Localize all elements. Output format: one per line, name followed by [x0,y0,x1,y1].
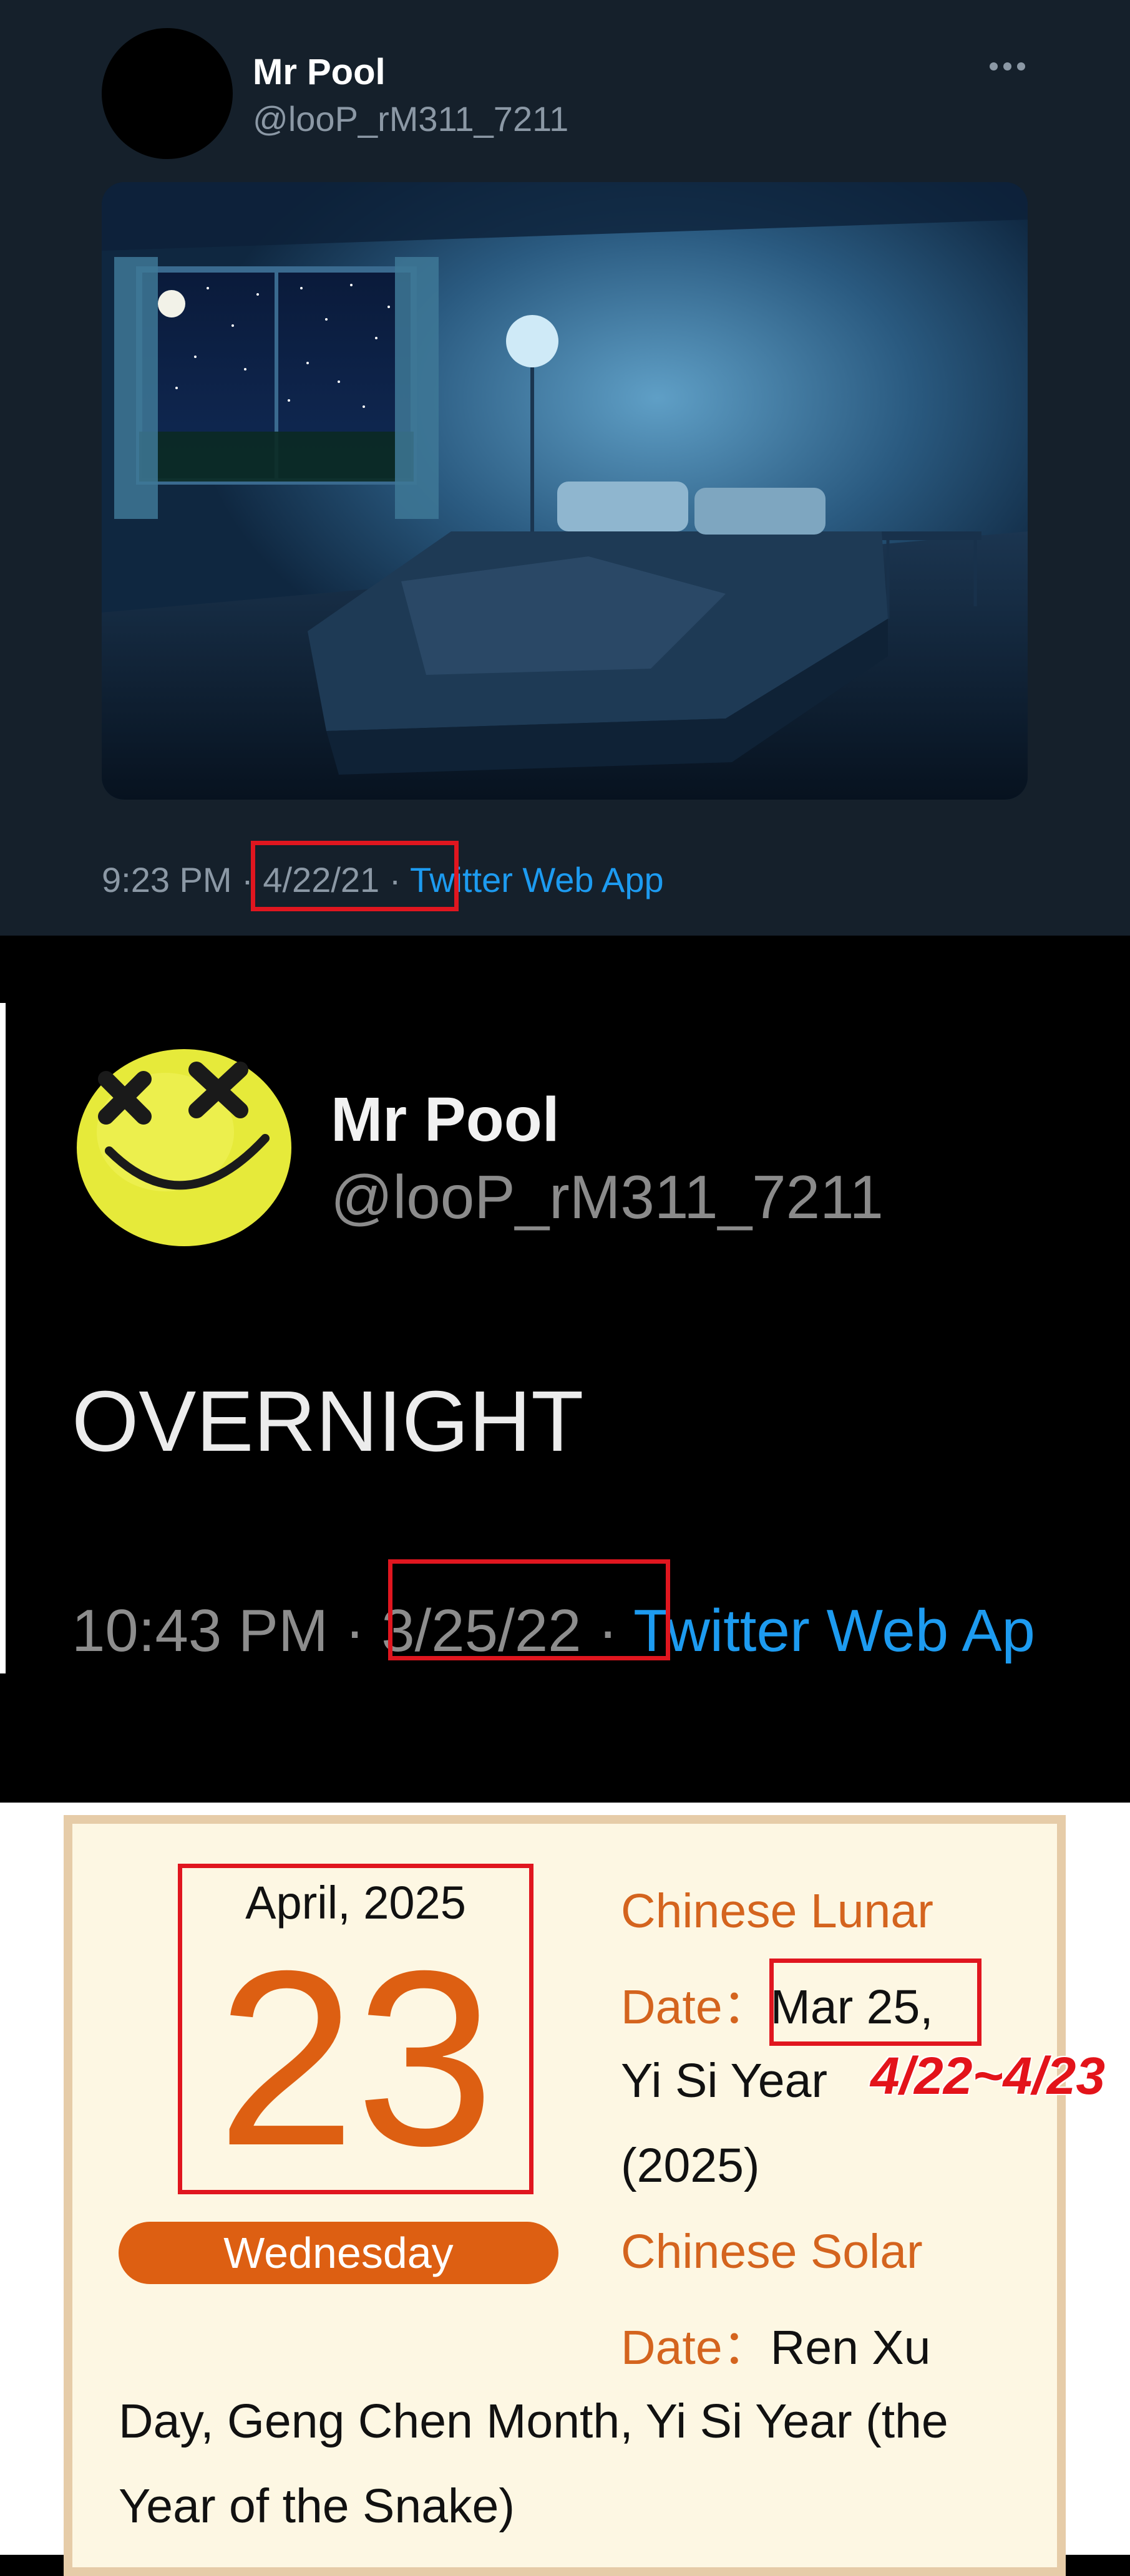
tweet-media-image[interactable] [102,182,1028,800]
bedroom-night-illustration [102,182,1028,800]
avatar[interactable] [102,28,233,159]
user-handle[interactable]: @looP_rM311_7211 [331,1162,884,1232]
solar-description-line: Day, Geng Chen Month, Yi Si Year (the [119,2394,948,2448]
annotation-overlay: 4/22~4/23 [870,2046,1106,2105]
solar-description-line: Year of the Snake) [119,2479,515,2533]
calendar-panel: April, 2025 23 Wednesday Chinese Lunar D… [0,1803,1130,2576]
date-highlight-box [251,841,459,911]
calendar-weekday-badge: Wednesday [119,2222,558,2284]
date-highlight-box [769,1959,981,2046]
lunar-year-num-line: (2025) [621,2139,760,2192]
user-handle[interactable]: @looP_rM311_7211 [253,99,568,139]
avatar[interactable] [72,1045,296,1247]
tweet-panel-2: Mr Pool @looP_rM311_7211 OVERNIGHT 10:43… [0,936,1130,1803]
solar-label-line: Chinese Solar [621,2225,923,2278]
display-name[interactable]: Mr Pool [253,51,386,93]
tweet-time[interactable]: 9:23 PM [102,860,232,899]
smiley-face-icon [77,1049,291,1246]
tweet-source-link[interactable]: Twitter Web Ap [633,1597,1035,1664]
lunar-year-line: Yi Si Year [621,2054,828,2108]
display-name[interactable]: Mr Pool [331,1084,560,1156]
lunar-label-line: Chinese Lunar [621,1884,933,1938]
calendar-day-number: 23 [217,1919,495,2197]
tweet-panel-1: Mr Pool @looP_rM311_7211 9:23 PM · 4/22/… [0,0,1130,936]
solar-date-line: Date：Ren Xu [621,2321,931,2375]
divider [0,1003,6,1673]
tweet-time[interactable]: 10:43 PM [72,1597,328,1664]
more-options-icon[interactable] [986,49,1030,80]
date-highlight-box [388,1559,670,1660]
tweet-text: OVERNIGHT [72,1373,584,1470]
